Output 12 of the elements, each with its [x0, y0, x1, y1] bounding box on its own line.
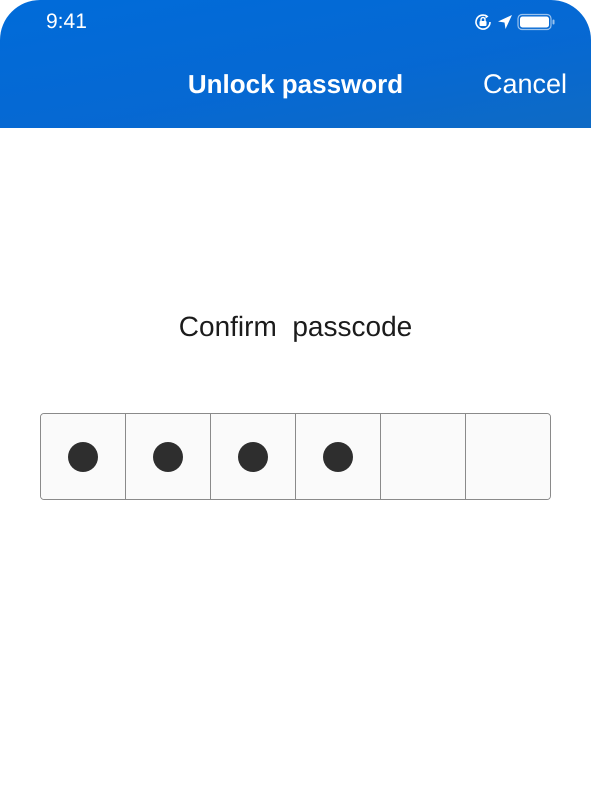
rotation-lock-icon [473, 12, 493, 32]
cancel-button[interactable]: Cancel [482, 68, 567, 100]
passcode-dot [238, 442, 268, 472]
passcode-dot [323, 442, 353, 472]
location-arrow-icon [497, 14, 513, 30]
status-time: 9:41 [46, 10, 87, 34]
passcode-prompt: Confirm passcode [178, 311, 412, 343]
screen-title: Unlock password [188, 68, 404, 100]
passcode-dot [68, 442, 98, 472]
passcode-dot [153, 442, 183, 472]
passcode-field[interactable] [40, 413, 551, 500]
battery-icon [517, 13, 555, 31]
